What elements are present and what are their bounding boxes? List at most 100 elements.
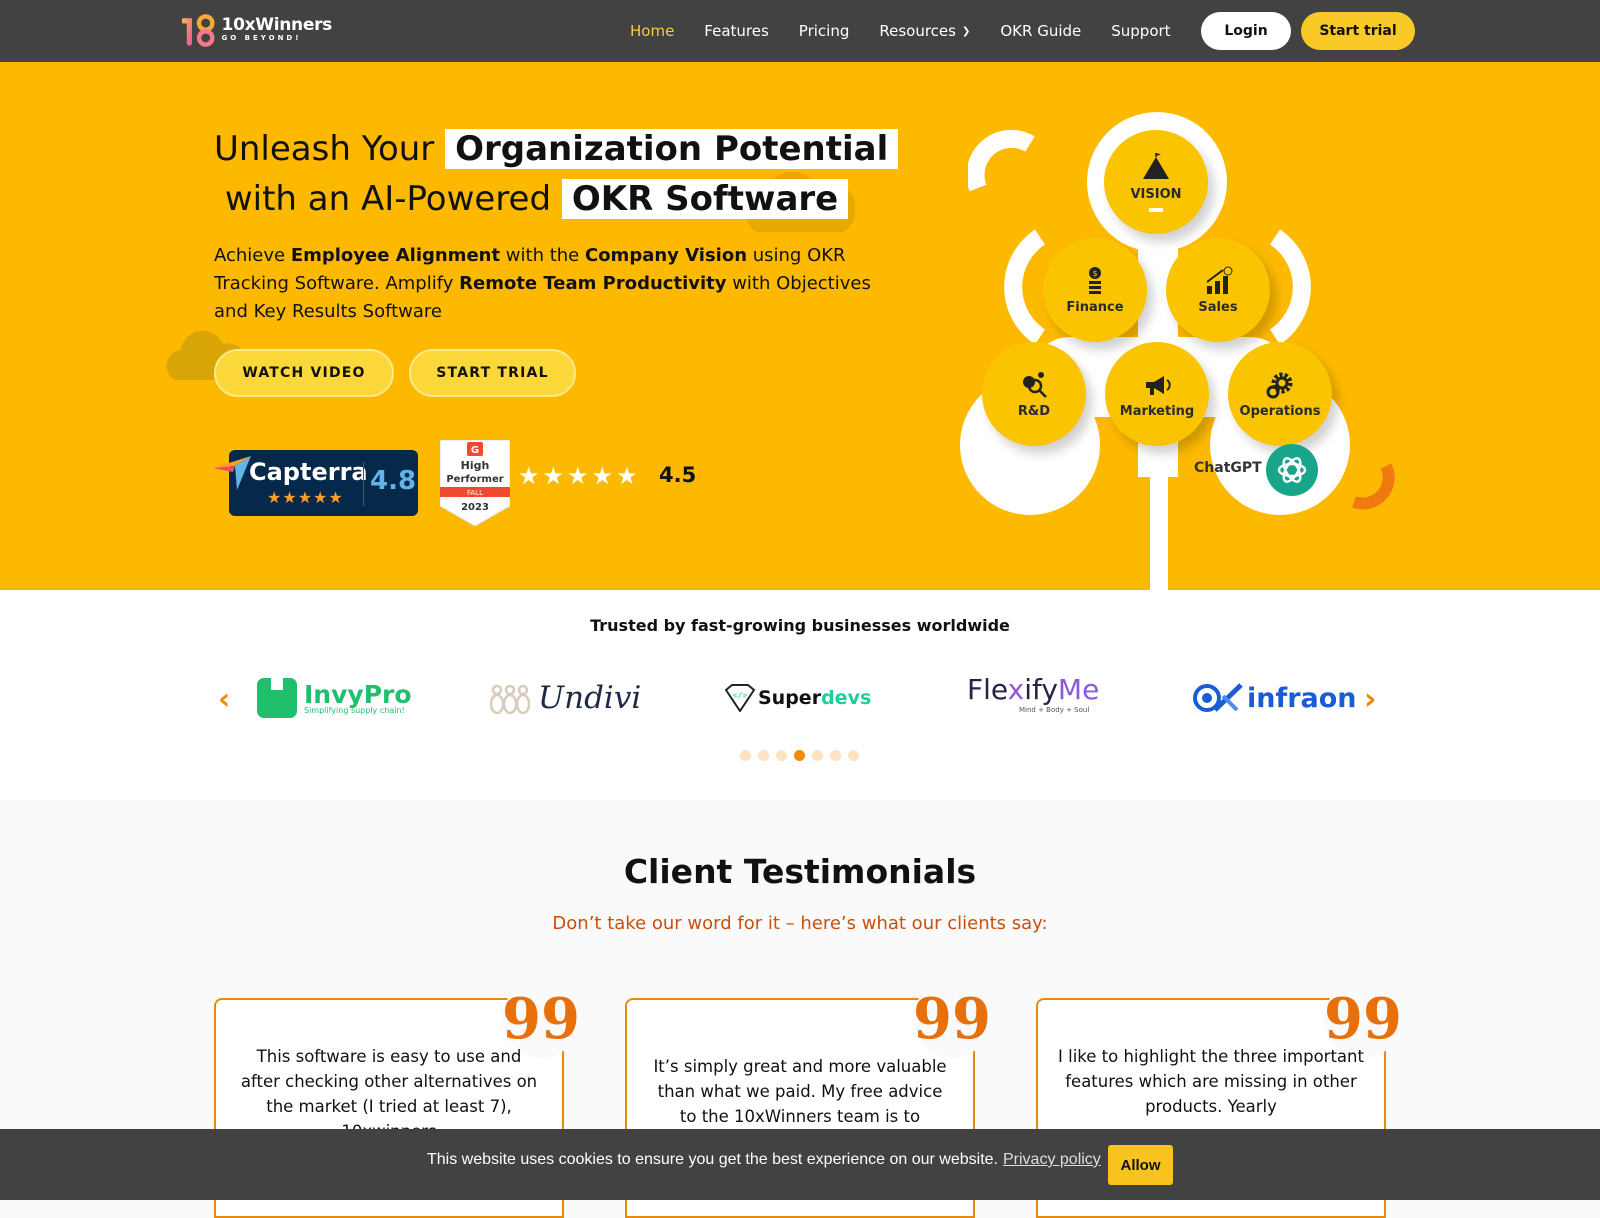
desc-bold: Remote Team Productivity	[459, 273, 727, 294]
invypro-tagline: Simplifying supply chain!	[304, 705, 405, 715]
privacy-policy-link[interactable]: Privacy policy	[1003, 1151, 1101, 1169]
invypro-box-icon	[257, 678, 297, 718]
flexify-name-b: ify	[1024, 673, 1058, 706]
carousel-dot[interactable]	[794, 750, 805, 761]
openai-knot-icon	[1277, 457, 1307, 483]
logo-mark-icon	[182, 14, 215, 47]
svg-text:G: G	[471, 445, 479, 456]
flexify-tagline: Mind + Body + Soul	[1019, 706, 1090, 714]
megaphone-icon	[1146, 375, 1171, 395]
testimonials-subtitle: Don’t take our word for it – here’s what…	[552, 913, 1048, 934]
trusted-title: Trusted by fast-growing businesses world…	[590, 616, 1010, 635]
carousel-next-icon[interactable]: ›	[1364, 682, 1376, 717]
rnd-label: R&D	[1017, 403, 1051, 419]
hero-title: Unleash Your Organization Potential with…	[214, 124, 899, 224]
chatgpt-label: ChatGPT	[1194, 460, 1262, 476]
nav-home[interactable]: Home	[630, 22, 674, 40]
nav-okr-guide[interactable]: OKR Guide	[1000, 22, 1081, 40]
brand-undivi: Undivi	[490, 676, 641, 720]
operations-label: Operations	[1239, 403, 1321, 419]
chatgpt-logo-icon	[1266, 444, 1318, 496]
carousel-prev-icon[interactable]: ‹	[218, 682, 230, 717]
title-highlight2: OKR Software	[561, 179, 849, 219]
vision-label: VISION	[1130, 186, 1182, 202]
coins-dollar-icon: $	[1089, 266, 1101, 294]
finance-label: Finance	[1066, 299, 1124, 315]
g2-line2: Performer	[446, 474, 503, 485]
infraon-eye-icon	[1193, 683, 1243, 712]
testimonials-title: Client Testimonials	[623, 852, 977, 891]
title-part2: with an AI-Powered	[224, 179, 552, 219]
capterra-badge[interactable]: Capterra ★★★★★ 4.8	[213, 450, 418, 516]
invypro-name: InvyPro	[304, 679, 412, 709]
brand-logo[interactable]: 10xWinners GO BEYOND!	[182, 8, 332, 50]
nav-support[interactable]: Support	[1111, 22, 1170, 40]
hero-description: Achieve Employee Alignment with the Comp…	[214, 242, 874, 326]
nav-resources[interactable]: Resources ❯	[879, 22, 970, 40]
carousel-dots	[740, 750, 866, 761]
undivi-figures-icon	[490, 684, 530, 714]
tree-node-vision: VISION	[1104, 130, 1208, 234]
nav-features[interactable]: Features	[704, 22, 769, 40]
flexify-name-c: Me	[1057, 673, 1100, 706]
g2-stars: ★★★★★	[518, 462, 641, 490]
capterra-stars: ★★★★★	[267, 488, 344, 507]
desc-bold: Company Vision	[584, 245, 748, 266]
capterra-score: 4.8	[370, 466, 417, 496]
title-part1: Unleash Your	[214, 129, 435, 169]
cookie-banner: This website uses cookies to ensure you …	[0, 1129, 1600, 1200]
trusted-section: Trusted by fast-growing businesses world…	[0, 590, 1600, 800]
tree-node-marketing: Marketing	[1105, 342, 1209, 446]
hero-section: Unleash Your Organization Potential with…	[0, 62, 1600, 590]
brand-infraon: infraon	[1193, 676, 1357, 720]
flexify-name-a: Fle	[967, 673, 1008, 706]
undivi-name: Undivi	[538, 680, 642, 716]
svg-text:</>: </>	[733, 691, 748, 700]
testimonial-text: I like to highlight the three important …	[1058, 1047, 1364, 1116]
capterra-divider	[363, 462, 364, 506]
hero-start-trial-button[interactable]: START TRIAL	[409, 349, 576, 397]
capterra-name: Capterra	[249, 458, 368, 486]
sales-chart-icon	[1206, 266, 1233, 294]
research-gear-icon	[1023, 371, 1047, 398]
cookie-message: This website uses cookies to ensure you …	[427, 1151, 998, 1168]
carousel-dot[interactable]	[758, 750, 769, 761]
logo-tagline: GO BEYOND!	[221, 33, 302, 42]
g2-season: FALL	[467, 489, 483, 497]
desc-text: Achieve	[214, 245, 291, 266]
sales-label: Sales	[1198, 299, 1238, 315]
desc-bold: Employee Alignment	[290, 245, 501, 266]
start-trial-button[interactable]: Start trial	[1301, 12, 1415, 50]
top-navbar: 10xWinners GO BEYOND! Home Features Pric…	[0, 0, 1600, 62]
desc-text: with the	[500, 245, 585, 266]
superdevs-name-b: devs	[821, 687, 872, 709]
carousel-dot[interactable]	[740, 750, 751, 761]
nav-pricing[interactable]: Pricing	[799, 22, 850, 40]
marketing-label: Marketing	[1119, 403, 1195, 419]
vision-underline	[1149, 207, 1163, 212]
flexify-name-x: x	[1007, 673, 1025, 706]
infraon-name: infraon	[1247, 682, 1357, 714]
tree-node-operations: Operations	[1228, 342, 1332, 446]
title-highlight1: Organization Potential	[445, 129, 899, 169]
quote-icon: 99	[913, 980, 991, 1058]
superdevs-diamond-icon: </>	[724, 684, 756, 712]
carousel-dot[interactable]	[812, 750, 823, 761]
watch-video-button[interactable]: WATCH VIDEO	[214, 349, 394, 397]
capterra-arrow-icon	[213, 456, 251, 490]
carousel-dot[interactable]	[776, 750, 787, 761]
g2-year: 2023	[461, 502, 489, 513]
cookie-allow-button[interactable]: Allow	[1108, 1145, 1173, 1185]
svg-text:$: $	[1092, 269, 1097, 278]
main-menu: Home Features Pricing Resources ❯ OKR Gui…	[630, 0, 1201, 62]
g2-score: 4.5	[659, 463, 697, 487]
chevron-down-icon: ❯	[961, 25, 971, 37]
carousel-dot[interactable]	[830, 750, 841, 761]
brand-invypro: InvyPro Simplifying supply chain!	[256, 676, 412, 720]
carousel-dot[interactable]	[848, 750, 859, 761]
logo-name: 10xWinners	[221, 14, 333, 35]
g2-high-performer-badge[interactable]: G High Performer FALL 2023	[440, 440, 510, 526]
superdevs-name-a: Super	[758, 687, 822, 709]
login-button[interactable]: Login	[1201, 12, 1291, 50]
gears-icon	[1266, 372, 1293, 398]
